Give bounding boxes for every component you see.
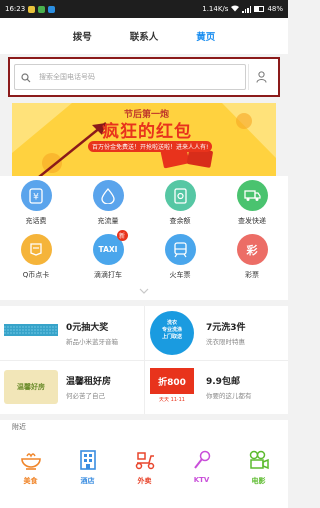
grid-label: 滴滴打车 bbox=[94, 271, 122, 279]
house-image: 温馨好房 bbox=[4, 370, 58, 404]
nearby-label: 美食 bbox=[23, 477, 38, 485]
truck-icon bbox=[236, 180, 268, 211]
promo-subtitle: 何必苦了自己 bbox=[66, 392, 105, 400]
grid-item-recharge-phone[interactable]: ¥ 充话费 bbox=[0, 180, 72, 226]
laundry-badge: 洗衣 专业洗涤 上门取送 bbox=[150, 311, 194, 355]
promo-subtitle: 洗衣限时特惠 bbox=[206, 338, 245, 346]
zhe800-logo-sub: 天天 11·11 bbox=[159, 397, 185, 403]
promo-lucky-draw[interactable]: 0元抽大奖 新品小米蓝牙音箱 bbox=[0, 306, 144, 360]
lottery-icon: 彩 bbox=[236, 234, 268, 265]
user-icon bbox=[256, 71, 267, 83]
grid-item-recharge-data[interactable]: 充流量 bbox=[72, 180, 144, 226]
tab-yellow-pages[interactable]: 黄页 bbox=[194, 23, 217, 49]
svg-text:¥: ¥ bbox=[33, 192, 39, 202]
nearby-ktv[interactable]: KTV bbox=[173, 450, 230, 484]
promo-zhe800[interactable]: 折800 天天 11·11 9.9包邮 你要的这儿都有 bbox=[144, 360, 288, 414]
search-bar bbox=[8, 57, 280, 97]
microphone-icon bbox=[193, 450, 210, 469]
banner-subtitle: 百万份金免费送！开抢啦送啦！进来人人有! bbox=[88, 141, 213, 152]
battery-level: 48% bbox=[267, 5, 283, 13]
lottery-icon-text: 彩 bbox=[246, 243, 258, 257]
taxi-icon: TAXI 新 bbox=[92, 230, 128, 265]
zhe800-logo-text: 折800 bbox=[150, 368, 194, 394]
camera-icon bbox=[249, 450, 269, 470]
grid-item-didi-taxi[interactable]: TAXI 新 滴滴打车 bbox=[72, 230, 144, 280]
speaker-image bbox=[4, 324, 58, 336]
grid-label: 充流量 bbox=[97, 217, 119, 225]
top-tabs: 拨号 联系人 黄页 bbox=[0, 18, 288, 54]
grid-label: Q币点卡 bbox=[22, 271, 50, 279]
grid-label: 充话费 bbox=[25, 217, 47, 225]
train-icon bbox=[164, 234, 196, 265]
nearby-label: 外卖 bbox=[137, 477, 152, 485]
promo-section: 0元抽大奖 新品小米蓝牙音箱 洗衣 专业洗涤 上门取送 7元洗3件 洗衣限时特惠… bbox=[0, 300, 288, 414]
status-bar: 16:23 1.14K/s 48% bbox=[0, 0, 288, 18]
yen-card-icon: ¥ bbox=[20, 180, 52, 211]
notification-icon bbox=[28, 5, 36, 13]
zhe800-logo: 折800 天天 11·11 bbox=[150, 368, 194, 408]
grid-item-check-balance[interactable]: 查余额 bbox=[144, 180, 216, 226]
grid-item-q-coin[interactable]: Q币点卡 bbox=[0, 234, 72, 280]
grid-item-train-ticket[interactable]: 火车票 bbox=[144, 234, 216, 280]
nearby-section-label: 附近 bbox=[0, 414, 288, 436]
promo-title: 9.9包邮 bbox=[206, 377, 240, 387]
promo-subtitle: 你要的这儿都有 bbox=[206, 392, 252, 400]
wifi-icon bbox=[231, 4, 240, 14]
banner-title: 疯狂的红包 bbox=[102, 122, 192, 142]
grid-label: 火车票 bbox=[169, 271, 191, 279]
chevron-down-icon bbox=[139, 288, 149, 294]
nearby-label: 电影 bbox=[251, 477, 266, 485]
nearby-label: 酒店 bbox=[80, 477, 95, 485]
nearby-section: 美食 酒店 外卖 KTV 电影 bbox=[0, 436, 288, 508]
tab-contacts[interactable]: 联系人 bbox=[128, 23, 161, 49]
status-time: 16:23 bbox=[5, 5, 26, 13]
new-badge: 新 bbox=[116, 230, 128, 241]
nearby-label: KTV bbox=[193, 476, 210, 484]
scooter-icon bbox=[135, 452, 154, 470]
taxi-icon-text: TAXI bbox=[98, 245, 118, 254]
nearby-movie[interactable]: 电影 bbox=[230, 450, 287, 486]
expand-row[interactable] bbox=[0, 288, 288, 300]
promo-title: 0元抽大奖 bbox=[66, 323, 109, 333]
search-box[interactable] bbox=[14, 64, 246, 90]
promo-subtitle: 新品小米蓝牙音箱 bbox=[66, 338, 118, 346]
nearby-takeout[interactable]: 外卖 bbox=[116, 450, 173, 486]
droplet-icon bbox=[92, 180, 124, 211]
nearby-hotel[interactable]: 酒店 bbox=[59, 450, 116, 486]
battery-icon bbox=[254, 6, 265, 12]
promo-banner[interactable]: 节后第一炮 疯狂的红包 百万份金免费送！开抢啦送啦！进来人人有! bbox=[12, 103, 276, 176]
promo-title: 7元洗3件 bbox=[206, 323, 246, 333]
grid-item-express[interactable]: 查发快递 bbox=[216, 180, 288, 226]
app-notification-icon bbox=[48, 5, 56, 13]
bowl-icon bbox=[20, 453, 41, 470]
service-grid: ¥ 充话费 充流量 查余额 查发快递 Q币点卡 TAXI 新 滴滴打车 火车票 … bbox=[0, 176, 288, 288]
wechat-icon bbox=[38, 5, 46, 13]
grid-label: 彩票 bbox=[245, 271, 259, 279]
search-icon bbox=[21, 68, 31, 87]
user-profile-button[interactable] bbox=[248, 64, 274, 90]
tab-dialer[interactable]: 拨号 bbox=[71, 23, 94, 49]
balance-icon bbox=[164, 180, 196, 211]
promo-title: 温馨租好房 bbox=[66, 377, 112, 387]
grid-label: 查发快递 bbox=[238, 217, 266, 225]
network-speed: 1.14K/s bbox=[202, 5, 229, 13]
search-input[interactable] bbox=[39, 73, 219, 81]
penguin-icon bbox=[20, 234, 52, 265]
promo-laundry[interactable]: 洗衣 专业洗涤 上门取送 7元洗3件 洗衣限时特惠 bbox=[144, 306, 288, 360]
signal-icon bbox=[242, 5, 252, 13]
hotel-icon bbox=[79, 450, 96, 470]
grid-label: 查余额 bbox=[169, 217, 191, 225]
grid-item-lottery[interactable]: 彩 彩票 bbox=[216, 234, 288, 280]
nearby-food[interactable]: 美食 bbox=[2, 450, 59, 486]
promo-rent-house[interactable]: 温馨好房 温馨租好房 何必苦了自己 bbox=[0, 360, 144, 414]
